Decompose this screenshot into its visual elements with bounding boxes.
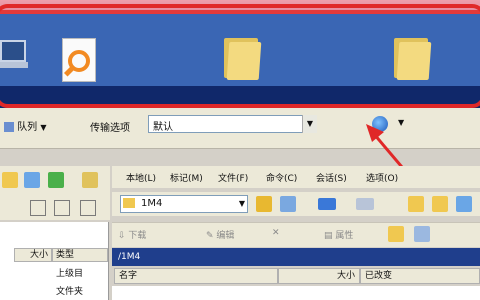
menu-local[interactable]: 本地(L) [126, 171, 156, 184]
chevron-down-icon[interactable]: ▼ [302, 115, 317, 133]
chevron-down-icon: ▼ [40, 123, 47, 132]
column-header-name[interactable]: 名字 [114, 268, 278, 284]
menu-session[interactable]: 会话(S) [316, 171, 347, 184]
chevron-down-icon[interactable]: ▼ [398, 118, 404, 127]
edit-button[interactable]: ✎ 编辑 [206, 228, 234, 241]
download-label: 下载 [128, 231, 147, 241]
edit-icon: ✎ [206, 231, 214, 241]
refresh-icon[interactable] [48, 172, 64, 188]
remote-folder-select[interactable]: 1M4 [120, 195, 248, 213]
edit-label: 编辑 [216, 231, 235, 241]
filter-icon[interactable] [280, 196, 296, 212]
folder-icon[interactable] [394, 34, 434, 84]
forward-arrow-icon[interactable] [356, 198, 374, 210]
menu-command[interactable]: 命令(C) [266, 171, 297, 184]
properties-button[interactable]: ▤ 属性 [324, 228, 353, 241]
globe-icon[interactable] [372, 116, 388, 132]
queue-button[interactable]: 队列 ▼ [4, 118, 47, 133]
expand-icon[interactable] [30, 200, 46, 216]
column-header-type[interactable]: 类型 [52, 248, 108, 262]
search-app-icon[interactable] [62, 38, 96, 82]
annotation-band-highlight [0, 0, 480, 10]
remote-folder-value: 1M4 [141, 198, 163, 209]
transfer-mode-select[interactable]: 默认 [148, 115, 316, 133]
column-header-size[interactable]: 大小 [278, 268, 360, 284]
download-icon: ⇩ [118, 231, 126, 241]
collapse-icon[interactable] [54, 200, 70, 216]
table-row[interactable] [112, 286, 480, 300]
menu-mark[interactable]: 标记(M) [170, 171, 203, 184]
column-header-changed[interactable]: 已改变 [360, 268, 480, 284]
root-folder-icon[interactable] [432, 196, 448, 212]
folder-icon [123, 198, 135, 208]
queue-label: 队列 [17, 122, 38, 133]
home-icon[interactable] [24, 172, 40, 188]
open-folder-icon[interactable] [256, 196, 272, 212]
home-icon[interactable] [456, 196, 472, 212]
list-item-type: 文件夹 [56, 287, 84, 297]
properties-icon: ▤ [324, 231, 333, 241]
transfer-mode-label: 传输选项 [90, 123, 130, 134]
desktop-taskbar-shade [0, 86, 480, 108]
folder-icon[interactable] [2, 172, 18, 188]
back-arrow-icon[interactable] [318, 198, 336, 210]
menu-options[interactable]: 选项(O) [366, 171, 398, 184]
list-item-type: 上级目 [56, 269, 84, 279]
transfer-mode-value: 默认 [153, 122, 173, 133]
find-files-icon[interactable] [82, 172, 98, 188]
parent-folder-icon[interactable] [408, 196, 424, 212]
current-remote-path: /1M4 [112, 248, 480, 266]
delete-button[interactable]: ✕ [272, 228, 280, 238]
new-folder-icon[interactable] [388, 226, 404, 242]
properties-label: 属性 [335, 231, 354, 241]
new-file-icon[interactable] [414, 226, 430, 242]
menu-file[interactable]: 文件(F) [218, 171, 248, 184]
column-header-size[interactable]: 大小 [14, 248, 52, 262]
download-button[interactable]: ⇩ 下载 [118, 228, 146, 241]
folder-icon[interactable] [224, 34, 264, 84]
queue-icon [4, 122, 14, 132]
filter-icon[interactable] [80, 200, 96, 216]
chevron-down-icon[interactable]: ▼ [236, 195, 248, 213]
delete-icon: ✕ [272, 228, 280, 238]
